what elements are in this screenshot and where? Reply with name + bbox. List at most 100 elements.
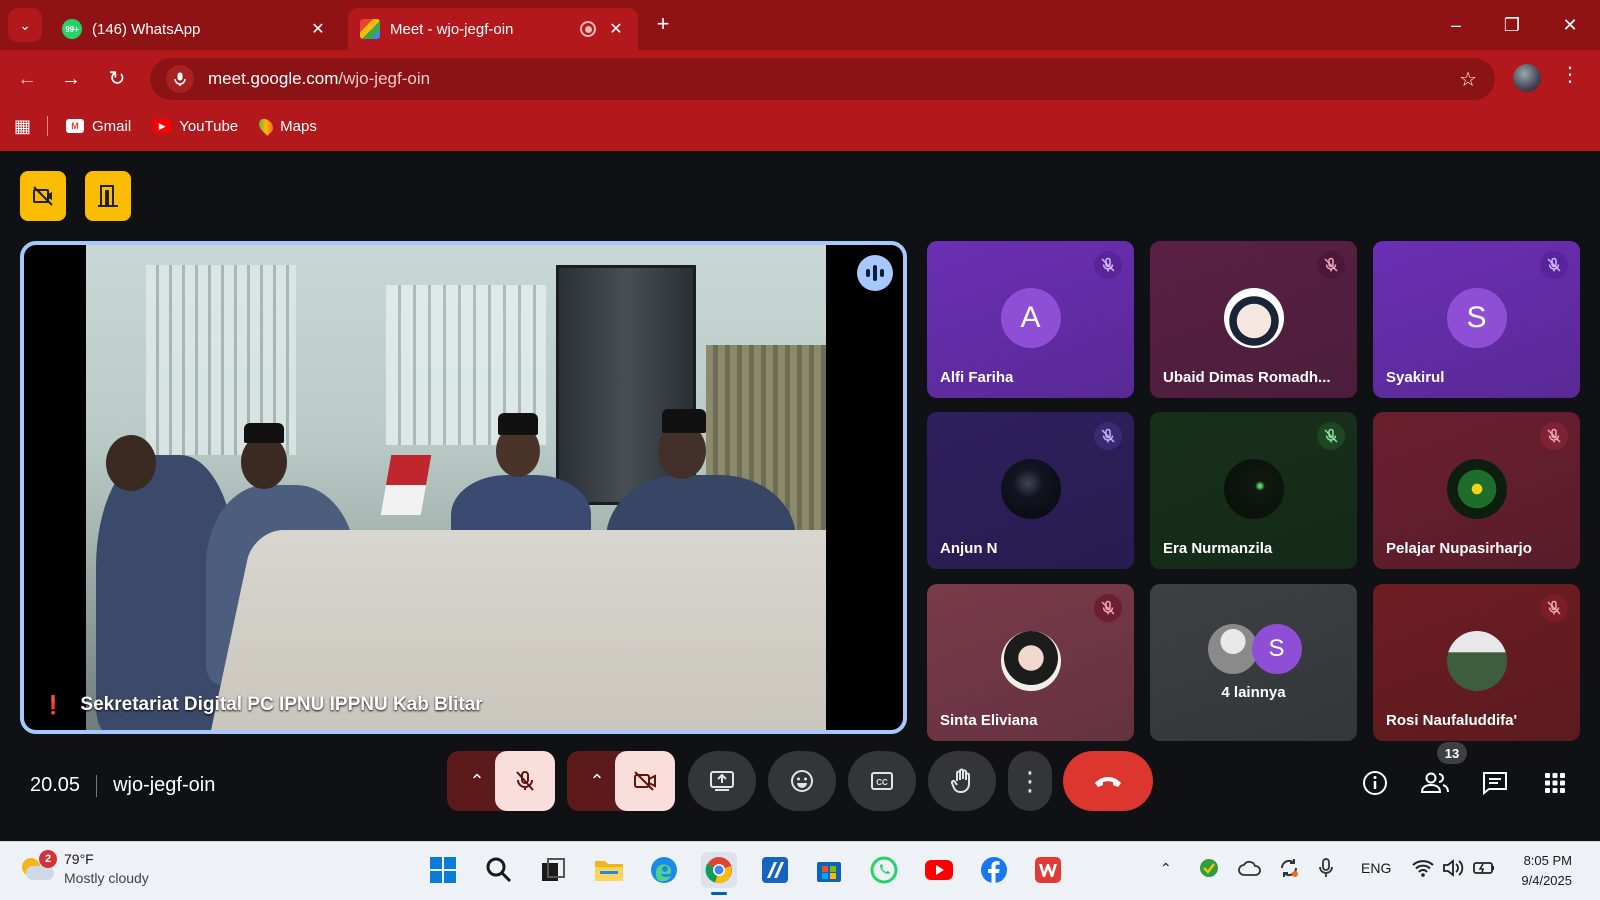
taskbar-chrome[interactable]	[701, 852, 737, 895]
taskbar-file-explorer[interactable]	[591, 852, 627, 888]
mic-in-use-tray[interactable]	[1318, 857, 1334, 882]
bookmark-maps[interactable]: Maps	[256, 116, 317, 136]
tab-title: Meet - wjo-jegf-oin	[390, 20, 514, 38]
microphone-toggle-button[interactable]	[495, 751, 555, 811]
whatsapp-icon	[870, 856, 898, 884]
participant-tile[interactable]: Rosi Naufaluddifa'	[1373, 584, 1580, 741]
hide-self-view-button[interactable]	[20, 171, 66, 221]
taskbar-youtube[interactable]	[921, 852, 957, 888]
reload-button[interactable]: ↻	[100, 62, 134, 96]
bookmark-youtube[interactable]: ▶ YouTube	[153, 118, 238, 135]
restore-button[interactable]: ❐	[1492, 10, 1532, 40]
camera-toggle-button[interactable]	[615, 751, 675, 811]
tray-app[interactable]	[1198, 857, 1220, 882]
participant-name: Syakirul	[1386, 369, 1445, 386]
present-icon	[710, 771, 734, 791]
reactions-button[interactable]	[768, 751, 836, 811]
microphone-icon	[1319, 858, 1333, 877]
participant-tile[interactable]: S Syakirul	[1373, 241, 1580, 398]
host-controls-button[interactable]	[85, 171, 131, 221]
taskbar-whatsapp[interactable]	[866, 852, 902, 888]
participant-tile[interactable]: Era Nurmanzila	[1150, 412, 1357, 569]
profile-avatar[interactable]	[1513, 64, 1541, 92]
meeting-details: 20.05 wjo-jegf-oin	[30, 774, 215, 797]
more-menu-icon[interactable]: ⋮	[1560, 62, 1580, 87]
taskbar-facebook[interactable]	[976, 852, 1012, 888]
close-window-button[interactable]: ✕	[1550, 10, 1590, 40]
featured-participant-tile[interactable]: ❗ Sekretariat Digital PC IPNU IPPNU Kab …	[20, 241, 907, 734]
close-icon[interactable]: ✕	[606, 19, 626, 39]
weather-widget[interactable]: 2 79°F Mostly cloudy	[20, 850, 149, 888]
meeting-details-button[interactable]	[1357, 765, 1393, 801]
system-clock[interactable]: 8:05 PM 9/4/2025	[1521, 851, 1572, 891]
taskbar-search-button[interactable]	[481, 852, 517, 888]
chat-icon	[1483, 772, 1507, 795]
new-tab-button[interactable]: +	[650, 12, 676, 38]
show-hidden-icons[interactable]: ⌃	[1160, 860, 1172, 877]
door-icon	[98, 185, 118, 207]
present-screen-button[interactable]	[688, 751, 756, 811]
taskbar-ms-store[interactable]	[811, 852, 847, 888]
edge-icon	[651, 857, 677, 883]
close-icon[interactable]: ✕	[308, 19, 328, 39]
taskbar-writer-app[interactable]	[757, 852, 793, 888]
people-button[interactable]	[1417, 765, 1453, 801]
battery-tray[interactable]	[1472, 859, 1496, 880]
bookmark-gmail[interactable]: M Gmail	[66, 118, 131, 135]
back-button[interactable]: ←	[10, 62, 44, 96]
start-button[interactable]	[425, 852, 461, 888]
weather-condition: Mostly cloudy	[64, 870, 149, 886]
task-view-icon	[542, 858, 565, 881]
address-bar[interactable]: meet.google.com/wjo-jegf-oin ☆	[150, 58, 1495, 100]
avatar	[1207, 624, 1258, 674]
bookmark-star-icon[interactable]: ☆	[1459, 67, 1477, 92]
tab-meet[interactable]: Meet - wjo-jegf-oin ✕	[348, 8, 638, 50]
tab-search-button[interactable]: ⌄	[8, 8, 42, 42]
arrow-left-icon: ←	[17, 68, 37, 90]
store-icon	[817, 862, 841, 882]
participant-tile[interactable]: Ubaid Dimas Romadh...	[1150, 241, 1357, 398]
captions-button[interactable]: CC	[848, 751, 916, 811]
raise-hand-button[interactable]	[928, 751, 996, 811]
avatar	[1223, 459, 1284, 519]
participant-tile[interactable]: Pelajar Nupasirharjo	[1373, 412, 1580, 569]
network-tray[interactable]	[1412, 858, 1434, 881]
minimize-button[interactable]: –	[1436, 10, 1476, 40]
camera-control: ⌃	[567, 751, 675, 811]
participant-tile[interactable]: S 4 lainnya	[1150, 584, 1357, 741]
task-view-button[interactable]	[535, 852, 571, 888]
participant-tile[interactable]: A Alfi Fariha	[927, 241, 1134, 398]
participant-tile[interactable]: Anjun N	[927, 412, 1134, 569]
more-options-button[interactable]: ⋮	[1008, 751, 1052, 811]
taskbar-edge[interactable]	[646, 852, 682, 888]
avatar	[1446, 459, 1507, 519]
taskbar-wps-office[interactable]	[1030, 852, 1066, 888]
youtube-icon: ▶	[153, 119, 172, 133]
closed-captions-icon: CC	[871, 772, 893, 790]
arrow-right-icon: →	[61, 68, 81, 90]
leave-call-button[interactable]	[1063, 751, 1153, 811]
camera-off-icon	[634, 771, 656, 791]
language-indicator[interactable]: ENG	[1361, 860, 1391, 876]
mic-off-icon	[1540, 594, 1568, 622]
chat-button[interactable]	[1477, 765, 1513, 801]
url-text: meet.google.com/wjo-jegf-oin	[208, 69, 431, 88]
forward-button[interactable]: →	[54, 62, 88, 96]
apps-grid-icon[interactable]: ▦	[14, 116, 31, 137]
tab-whatsapp[interactable]: 99+ (146) WhatsApp ✕	[50, 8, 340, 50]
participant-name: Pelajar Nupasirharjo	[1386, 540, 1532, 557]
microphone-icon[interactable]	[166, 65, 194, 93]
participant-name: 4 lainnya	[1221, 684, 1286, 701]
mic-off-icon	[1540, 251, 1568, 279]
activities-button[interactable]	[1537, 765, 1573, 801]
clock-time: 8:05 PM	[1523, 853, 1572, 868]
mic-off-icon	[1317, 422, 1345, 450]
participant-tile[interactable]: Sinta Eliviana	[927, 584, 1134, 741]
onedrive-tray[interactable]	[1238, 859, 1262, 880]
hang-up-icon	[1095, 777, 1121, 787]
apps-grid-icon	[1545, 773, 1565, 793]
volume-tray[interactable]	[1442, 858, 1464, 881]
sync-tray[interactable]	[1278, 857, 1300, 882]
video-off-grid-icon	[33, 186, 53, 206]
whatsapp-icon: 99+	[62, 19, 82, 39]
